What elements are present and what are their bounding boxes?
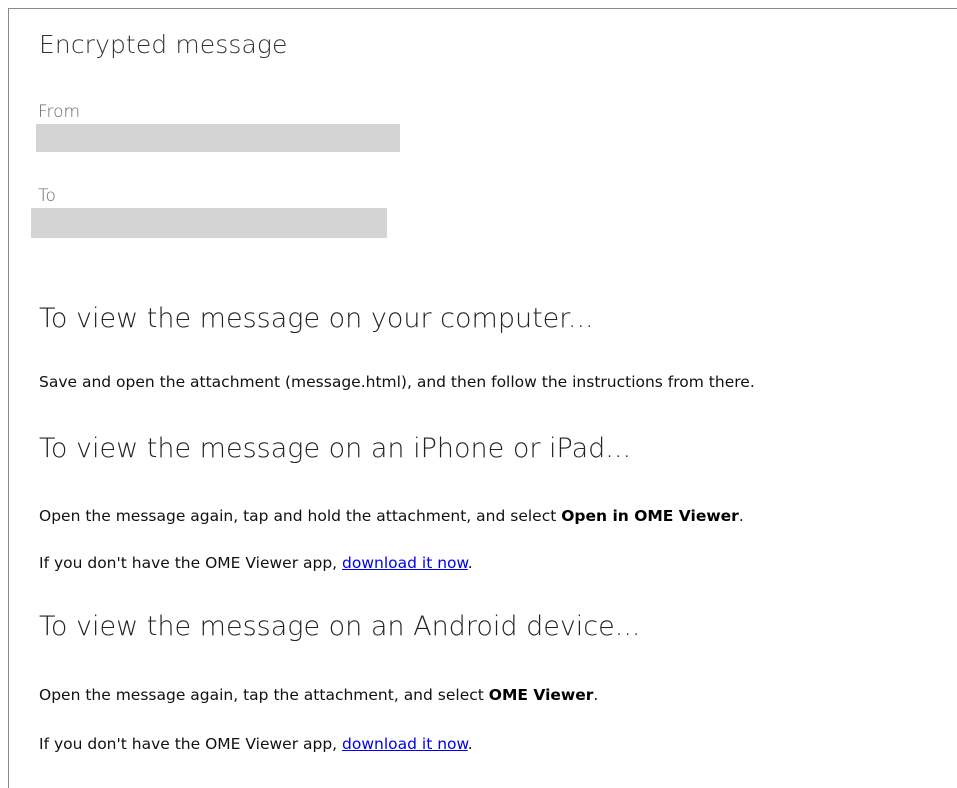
to-value-redacted xyxy=(31,208,387,238)
android-instructions: Open the message again, tap the attachme… xyxy=(39,686,598,704)
iphone-option-name: Open in OME Viewer xyxy=(561,507,739,525)
android-heading: To view the message on an Android device… xyxy=(39,611,641,642)
to-label: To xyxy=(38,186,56,206)
iphone-download-line: If you don't have the OME Viewer app, do… xyxy=(39,554,473,572)
iphone-download-link[interactable]: download it now xyxy=(342,554,468,572)
android-download-suffix: . xyxy=(467,735,473,753)
computer-instructions: Save and open the attachment (message.ht… xyxy=(39,373,755,391)
from-value-redacted xyxy=(36,124,400,152)
iphone-download-prefix: If you don't have the OME Viewer app, xyxy=(39,554,343,572)
iphone-instructions-end: . xyxy=(738,507,744,525)
iphone-download-suffix: . xyxy=(467,554,473,572)
iphone-instructions: Open the message again, tap and hold the… xyxy=(39,507,744,525)
android-instructions-text: Open the message again, tap the attachme… xyxy=(39,686,489,704)
iphone-heading: To view the message on an iPhone or iPad… xyxy=(39,433,632,464)
android-instructions-end: . xyxy=(593,686,599,704)
computer-heading: To view the message on your computer... xyxy=(39,303,594,334)
iphone-instructions-text: Open the message again, tap and hold the… xyxy=(39,507,562,525)
android-download-prefix: If you don't have the OME Viewer app, xyxy=(39,735,343,753)
android-download-line: If you don't have the OME Viewer app, do… xyxy=(39,735,473,753)
page-title: Encrypted message xyxy=(39,30,288,59)
android-option-name: OME Viewer xyxy=(488,686,594,704)
android-download-link[interactable]: download it now xyxy=(342,735,468,753)
from-label: From xyxy=(38,102,81,122)
